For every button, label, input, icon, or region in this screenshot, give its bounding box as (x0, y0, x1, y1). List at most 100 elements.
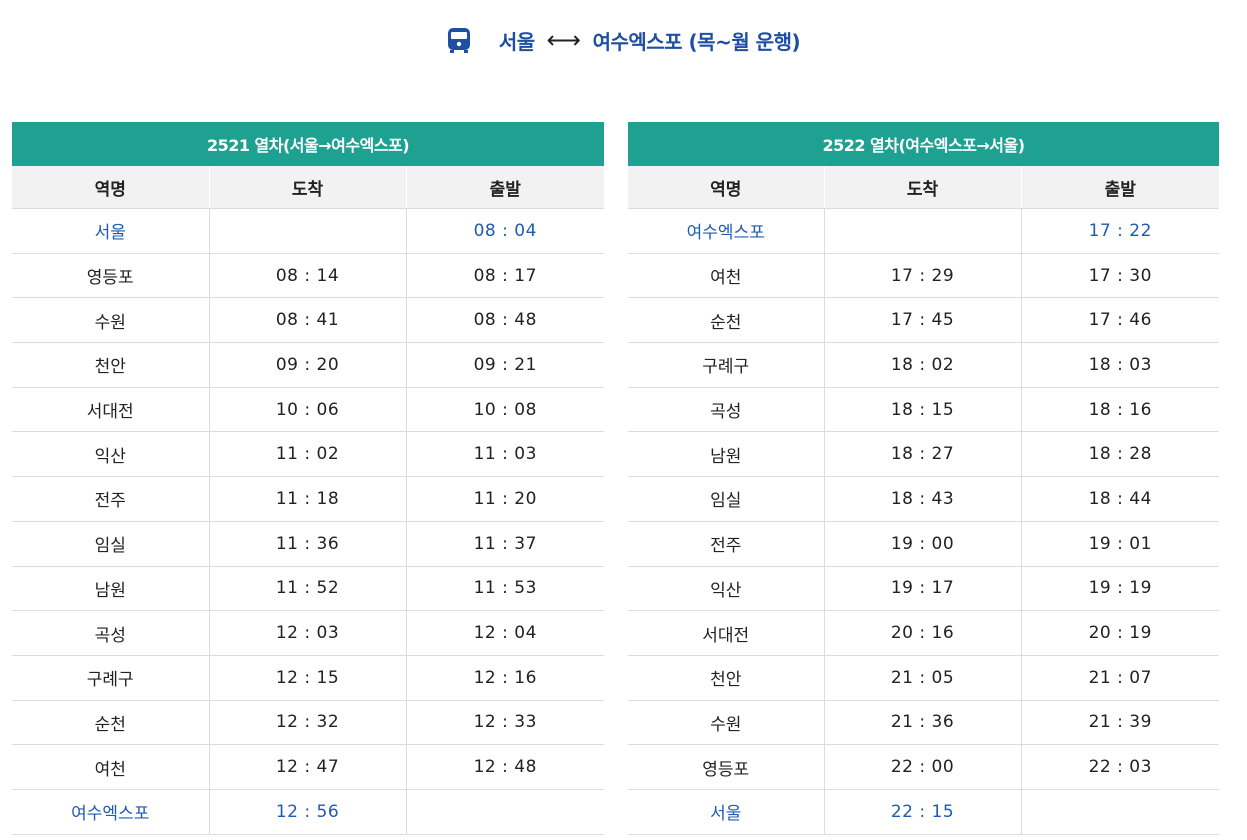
column-header-departure: 출발 (1020, 166, 1219, 209)
arrival-time-cell: 12 : 15 (208, 655, 406, 701)
column-header-departure: 출발 (405, 166, 604, 209)
table-row: 서울 08 : 04 (12, 208, 604, 254)
column-header-arrival: 도착 (208, 166, 406, 209)
table-row: 여수엑스포 12 : 56 (12, 789, 604, 835)
departure-time-cell (1020, 789, 1219, 835)
arrival-time-cell: 11 : 18 (208, 476, 406, 522)
departure-time-cell: 08 : 17 (405, 253, 604, 299)
arrival-time-cell: 12 : 56 (208, 789, 406, 835)
departure-time-cell: 11 : 53 (405, 566, 604, 612)
station-name-cell: 구례구 (628, 342, 824, 388)
column-header-station: 역명 (628, 166, 824, 209)
departure-time-cell: 20 : 19 (1020, 610, 1219, 656)
arrival-time-cell (208, 208, 406, 254)
column-header-arrival: 도착 (823, 166, 1021, 209)
timetable-inbound: 2522 열차(여수엑스포→서울) 역명 도착 출발 여수엑스포 17 : 22 여… (628, 122, 1219, 835)
departure-time-cell: 08 : 04 (405, 208, 604, 254)
arrival-time-cell: 11 : 36 (208, 521, 406, 567)
station-name-cell: 곡성 (12, 610, 209, 656)
arrival-time-cell: 10 : 06 (208, 387, 406, 433)
table-row: 서대전 10 : 06 10 : 08 (12, 387, 604, 433)
station-name-cell: 익산 (12, 431, 209, 478)
station-name-cell: 전주 (628, 521, 824, 567)
station-name-cell: 천안 (12, 342, 209, 388)
table-row: 서대전 20 : 16 20 : 19 (628, 610, 1219, 656)
station-name-cell: 서울 (628, 789, 824, 835)
station-name-cell: 여수엑스포 (628, 208, 824, 254)
departure-time-cell: 18 : 03 (1020, 342, 1219, 388)
departure-time-cell: 12 : 48 (405, 744, 604, 790)
station-name-cell: 임실 (12, 521, 209, 567)
departure-time-cell: 12 : 04 (405, 610, 604, 656)
arrival-time-cell: 21 : 05 (823, 655, 1021, 701)
arrival-time-cell: 17 : 29 (823, 253, 1021, 299)
departure-time-cell: 17 : 46 (1020, 297, 1219, 344)
departure-time-cell: 11 : 20 (405, 476, 604, 522)
station-name-cell: 여수엑스포 (12, 789, 209, 835)
table-caption: 2521 열차(서울→여수엑스포) (12, 122, 604, 166)
table-row: 여수엑스포 17 : 22 (628, 208, 1219, 254)
station-name-cell: 서울 (12, 208, 209, 254)
table-row: 순천 12 : 32 12 : 33 (12, 700, 604, 746)
table-row: 전주 11 : 18 11 : 20 (12, 476, 604, 522)
station-name-cell: 임실 (628, 476, 824, 522)
arrival-time-cell: 22 : 00 (823, 744, 1021, 790)
bidirectional-arrow-icon: ⟷ (546, 26, 581, 54)
station-name-cell: 구례구 (12, 655, 209, 701)
departure-time-cell: 17 : 22 (1020, 208, 1219, 254)
station-name-cell: 서대전 (628, 610, 824, 656)
arrival-time-cell: 18 : 02 (823, 342, 1021, 388)
departure-time-cell: 22 : 03 (1020, 744, 1219, 790)
table-row: 천안 21 : 05 21 : 07 (628, 655, 1219, 701)
departure-time-cell: 10 : 08 (405, 387, 604, 433)
departure-time-cell: 08 : 48 (405, 297, 604, 344)
station-name-cell: 순천 (12, 700, 209, 746)
arrival-time-cell: 17 : 45 (823, 297, 1021, 344)
table-caption: 2522 열차(여수엑스포→서울) (628, 122, 1219, 166)
table-row: 천안 09 : 20 09 : 21 (12, 342, 604, 388)
table-row: 임실 11 : 36 11 : 37 (12, 521, 604, 567)
table-row: 전주 19 : 00 19 : 01 (628, 521, 1219, 567)
station-name-cell: 남원 (628, 431, 824, 478)
table-row: 수원 08 : 41 08 : 48 (12, 297, 604, 344)
table-row: 익산 11 : 02 11 : 03 (12, 431, 604, 478)
departure-time-cell: 11 : 37 (405, 521, 604, 567)
station-name-cell: 천안 (628, 655, 824, 701)
arrival-time-cell: 18 : 27 (823, 431, 1021, 478)
table-row: 수원 21 : 36 21 : 39 (628, 700, 1219, 746)
station-name-cell: 곡성 (628, 387, 824, 433)
arrival-time-cell: 19 : 00 (823, 521, 1021, 567)
page-title: 서울 ⟷ 여수엑스포 (목~월 운행) (0, 20, 1247, 60)
station-name-cell: 익산 (628, 566, 824, 612)
station-name-cell: 수원 (12, 297, 209, 344)
arrival-time-cell: 12 : 47 (208, 744, 406, 790)
arrival-time-cell: 22 : 15 (823, 789, 1021, 835)
station-name-cell: 서대전 (12, 387, 209, 433)
arrival-time-cell: 12 : 32 (208, 700, 406, 746)
arrival-time-cell: 08 : 14 (208, 253, 406, 299)
arrival-time-cell: 18 : 15 (823, 387, 1021, 433)
table-row: 곡성 18 : 15 18 : 16 (628, 387, 1219, 433)
arrival-time-cell: 21 : 36 (823, 700, 1021, 746)
station-name-cell: 영등포 (12, 253, 209, 299)
arrival-time-cell: 11 : 02 (208, 431, 406, 478)
station-name-cell: 남원 (12, 566, 209, 612)
departure-time-cell: 12 : 16 (405, 655, 604, 701)
arrival-time-cell: 18 : 43 (823, 476, 1021, 522)
arrival-time-cell: 19 : 17 (823, 566, 1021, 612)
table-row: 구례구 18 : 02 18 : 03 (628, 342, 1219, 388)
departure-time-cell: 21 : 39 (1020, 700, 1219, 746)
train-icon (447, 27, 471, 53)
departure-time-cell: 12 : 33 (405, 700, 604, 746)
arrival-time-cell (823, 208, 1021, 254)
arrival-time-cell: 09 : 20 (208, 342, 406, 388)
table-row: 곡성 12 : 03 12 : 04 (12, 610, 604, 656)
station-name-cell: 여천 (12, 744, 209, 790)
station-name-cell: 수원 (628, 700, 824, 746)
timetable-outbound: 2521 열차(서울→여수엑스포) 역명 도착 출발 서울 08 : 04 영등포 0… (12, 122, 604, 835)
station-name-cell: 영등포 (628, 744, 824, 790)
station-name-cell: 전주 (12, 476, 209, 522)
departure-time-cell: 19 : 19 (1020, 566, 1219, 612)
origin-station: 서울 (498, 29, 535, 54)
departure-time-cell: 17 : 30 (1020, 253, 1219, 299)
